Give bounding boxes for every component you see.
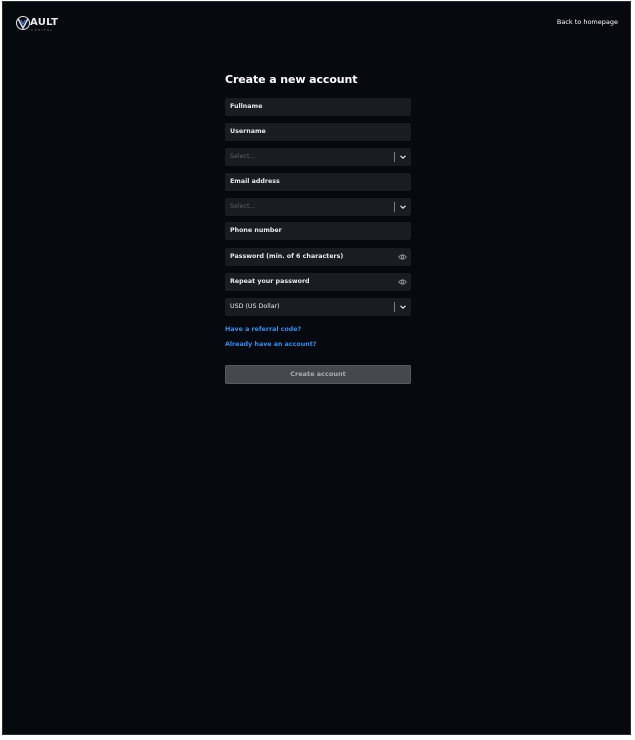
repeat-password-placeholder: Repeat your password [230,278,310,285]
fullname-placeholder: Fullname [230,103,263,110]
phone-field[interactable]: Phone number [225,222,411,240]
chevron-down-icon[interactable] [399,203,407,211]
password-field[interactable]: Password (min. of 6 characters) [225,248,411,266]
select-separator [394,202,395,212]
login-link[interactable]: Already have an account? [225,341,316,348]
repeat-password-field[interactable]: Repeat your password [225,273,411,291]
brand-tagline: CAPITAL [31,28,54,32]
country-select[interactable]: Select... [225,148,411,166]
create-account-button[interactable]: Create account [225,365,411,384]
signup-form: Create a new account Fullname Username S… [225,72,411,384]
page-title: Create a new account [225,73,358,86]
app-frame: AULT CAPITAL Back to homepage Create a n… [2,1,631,735]
phone-code-select[interactable]: Select... [225,198,411,216]
back-to-homepage-link[interactable]: Back to homepage [557,18,618,26]
select-separator [394,302,395,312]
eye-icon[interactable] [398,253,407,261]
currency-select[interactable]: USD (US Dollar) [225,298,411,316]
currency-select-value: USD (US Dollar) [230,303,280,310]
brand-name: AULT [30,17,59,28]
phone-code-select-placeholder: Select... [230,203,256,210]
referral-code-link[interactable]: Have a referral code? [225,326,301,333]
email-field[interactable]: Email address [225,173,411,191]
chevron-down-icon[interactable] [399,303,407,311]
select-separator [394,152,395,162]
username-field[interactable]: Username [225,123,411,141]
v-shield-logo-icon [15,15,31,31]
phone-placeholder: Phone number [230,227,282,234]
email-placeholder: Email address [230,178,280,185]
country-select-placeholder: Select... [230,153,256,160]
brand-logo[interactable]: AULT CAPITAL [15,14,75,34]
fullname-field[interactable]: Fullname [225,98,411,116]
password-placeholder: Password (min. of 6 characters) [230,253,344,260]
username-placeholder: Username [230,128,266,135]
chevron-down-icon[interactable] [399,153,407,161]
eye-icon[interactable] [398,278,407,286]
